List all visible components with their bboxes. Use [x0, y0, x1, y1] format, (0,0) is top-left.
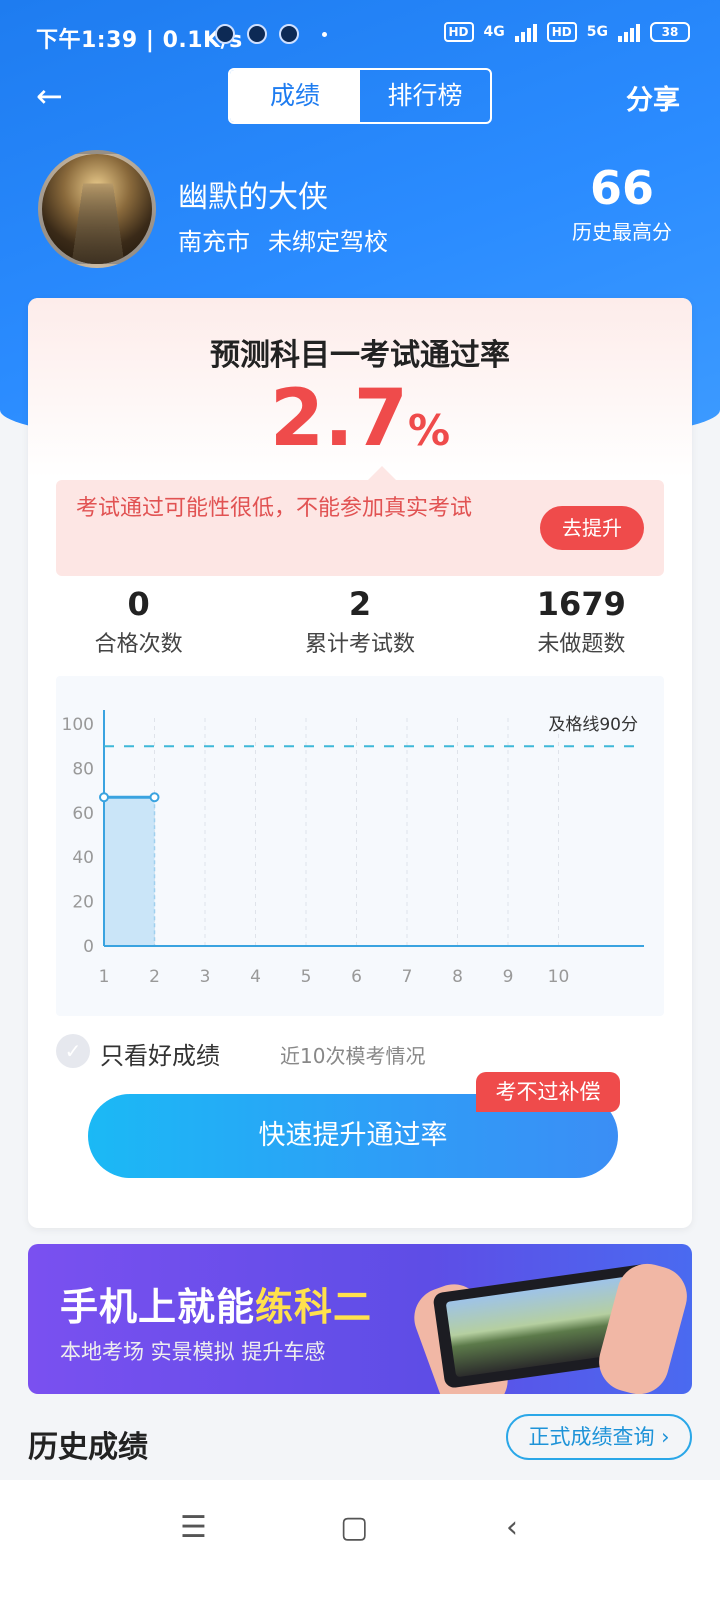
pass-rate: 2.7%	[28, 374, 692, 464]
user-name: 幽默的大侠	[178, 180, 328, 215]
chart-x-tick-label: 5	[301, 967, 312, 987]
status-time: 下午1:39 | 0.1K/s	[36, 28, 243, 53]
hd-icon: HD	[546, 22, 577, 42]
chart-x-tick-label: 10	[548, 967, 570, 987]
tab-switcher: 成绩 排行榜	[228, 68, 492, 124]
warning-text: 考试通过可能性很低，不能参加真实考试	[76, 496, 473, 521]
app-notification-icon	[247, 24, 267, 44]
checkbox-icon[interactable]: ✓	[56, 1034, 90, 1068]
back-icon[interactable]: ‹	[506, 1510, 518, 1545]
chart-x-tick-label: 6	[351, 967, 362, 987]
banner-title: 手机上就能练科二	[60, 1276, 372, 1331]
user-info: 南充市 未绑定驾校	[178, 222, 388, 257]
chart-point	[149, 792, 160, 803]
chart-y-tick-label: 20	[72, 893, 94, 913]
stat-passed: 0 合格次数	[28, 584, 249, 664]
signal-icon	[618, 22, 640, 42]
chart-x-tick-label: 3	[200, 967, 211, 987]
banner-title-highlight: 练科二	[255, 1285, 373, 1329]
signal-icon	[514, 22, 537, 42]
chart-y-tick-label: 100	[62, 715, 94, 735]
profile-section: 幽默的大侠 南充市 未绑定驾校 66 历史最高分	[0, 150, 720, 270]
top-nav: ← 成绩 排行榜 分享	[0, 66, 720, 126]
improve-button[interactable]: 去提升	[540, 506, 644, 550]
stat-value: 0	[127, 585, 150, 623]
pass-rate-unit: %	[408, 406, 451, 455]
avatar[interactable]	[38, 150, 156, 268]
stat-value: 2	[348, 585, 372, 623]
filter-row: ✓ 只看好成绩 近10次模考情况	[56, 1032, 664, 1072]
chart-x-tick-label: 2	[149, 967, 160, 987]
only-good-label[interactable]: 只看好成绩	[100, 1036, 220, 1071]
promo-banner[interactable]: 手机上就能练科二 本地考场 实景模拟 提升车感	[28, 1244, 692, 1394]
best-score-value: 66	[589, 161, 654, 215]
chart-x-tick-label: 7	[402, 967, 413, 987]
stat-total-exams: 2 累计考试数	[249, 584, 470, 664]
network-4g-label: 4G	[483, 24, 505, 40]
system-nav-bar: ☰ ▢ ‹	[0, 1480, 720, 1600]
stat-label: 未做题数	[537, 632, 626, 657]
chart-y-tick-label: 80	[72, 759, 94, 779]
more-notifications-icon	[322, 32, 327, 37]
prediction-title: 预测科目一考试通过率	[210, 338, 510, 373]
status-bar: 下午1:39 | 0.1K/s HD 4G HD 5G 38	[0, 0, 720, 70]
compensation-badge: 考不过补偿	[476, 1072, 620, 1112]
network-5g-label: 5G	[586, 24, 608, 40]
home-icon[interactable]: ▢	[340, 1510, 368, 1545]
history-title: 历史成绩	[28, 1430, 148, 1465]
tab-leaderboard[interactable]: 排行榜	[360, 70, 490, 122]
user-city: 南充市	[178, 228, 250, 256]
chart-y-tick-label: 40	[72, 848, 94, 868]
chart-x-tick-label: 4	[250, 967, 261, 987]
app-notification-icon	[279, 24, 299, 44]
hd-icon: HD	[443, 22, 474, 42]
best-score: 66 历史最高分	[572, 160, 672, 245]
chart-area	[104, 797, 155, 946]
official-score-query-button[interactable]: 正式成绩查询 ›	[506, 1414, 692, 1460]
chart-x-tick-label: 8	[452, 967, 463, 987]
banner-subtitle: 本地考场 实景模拟 提升车感	[60, 1340, 326, 1364]
tab-score[interactable]: 成绩	[230, 70, 360, 122]
chart-pass-label: 及格线90分	[548, 715, 638, 735]
battery-icon: 38	[650, 22, 690, 42]
score-chart: 及格线90分 0 20 40 60 80 100 1 2 3 4 5 6 7 8 9 10	[56, 676, 664, 1016]
banner-title-main: 手机上就能	[60, 1285, 256, 1329]
stat-label: 合格次数	[94, 632, 183, 657]
chart-y-tick-label: 0	[83, 937, 94, 957]
chart-x-tick-label: 1	[99, 967, 110, 987]
back-arrow-icon[interactable]: ←	[36, 80, 63, 112]
chart-point	[99, 792, 109, 803]
pass-rate-value: 2.7	[269, 374, 409, 464]
score-chart-svg: 及格线90分 0 20 40 60 80 100 1 2 3 4 5 6 7 8 9 10	[62, 710, 644, 987]
share-button[interactable]: 分享	[626, 78, 680, 117]
notification-icons	[215, 24, 299, 44]
stat-undone-questions: 1679 未做题数	[471, 584, 692, 664]
chart-y-tick-label: 60	[72, 804, 94, 824]
warning-box: 考试通过可能性很低，不能参加真实考试 去提升	[56, 466, 664, 576]
menu-icon[interactable]: ☰	[180, 1510, 207, 1545]
history-header: 历史成绩 正式成绩查询 ›	[28, 1410, 692, 1466]
stat-value: 1679	[536, 585, 626, 623]
avatar-image	[67, 183, 129, 264]
app-notification-icon	[215, 24, 235, 44]
recent-exams-label: 近10次模考情况	[280, 1044, 426, 1068]
score-card: 预测科目一考试通过率 2.7% 考试通过可能性很低，不能参加真实考试 去提升 0…	[28, 298, 692, 1228]
best-score-label: 历史最高分	[572, 220, 672, 244]
chart-x-tick-label: 9	[503, 967, 514, 987]
stat-label: 累计考试数	[304, 632, 415, 657]
status-right: HD 4G HD 5G 38	[443, 22, 690, 42]
user-school[interactable]: 未绑定驾校	[268, 228, 388, 256]
stats-row: 0 合格次数 2 累计考试数 1679 未做题数	[28, 584, 692, 664]
